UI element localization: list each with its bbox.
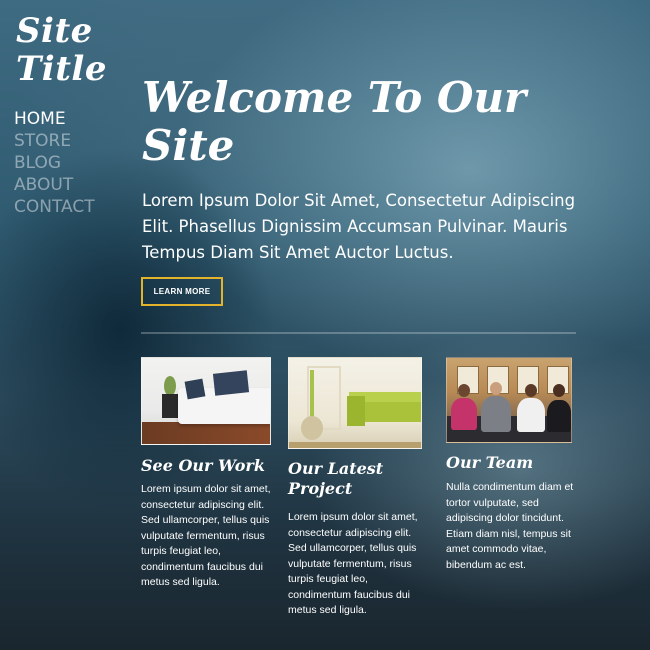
nav-item-about[interactable]: ABOUT <box>14 174 95 196</box>
image-pillow <box>184 378 206 400</box>
card-image-team[interactable] <box>446 357 572 443</box>
intro-text: Lorem Ipsum Dolor Sit Amet, Consectetur … <box>142 191 576 262</box>
card-body: Lorem ipsum dolor sit amet, consectetur … <box>141 483 271 588</box>
logo-line-2: Title <box>16 49 107 89</box>
nav-item-blog[interactable]: BLOG <box>14 152 95 174</box>
card-title-line-2: Project <box>288 479 353 498</box>
card-title[interactable]: See Our Work <box>141 456 276 476</box>
image-floor <box>289 442 421 448</box>
card-title[interactable]: Our Latest Project <box>288 459 423 499</box>
page-title: Welcome To Our Site <box>142 74 572 170</box>
image-head <box>525 384 537 397</box>
card-title-line-1: Our Latest <box>288 459 384 478</box>
learn-more-button[interactable]: LEARN MORE <box>141 277 223 306</box>
card-image-living-room[interactable] <box>141 357 271 445</box>
image-vase <box>301 416 323 440</box>
page-title-line-2: Site <box>142 121 235 170</box>
card-image-green-chair[interactable] <box>288 357 422 449</box>
logo-line-1: Site <box>16 11 93 51</box>
image-person <box>517 398 545 432</box>
page-title-line-1: Welcome To Our <box>142 73 527 122</box>
nav-item-home[interactable]: HOME <box>14 108 95 130</box>
section-divider <box>141 332 576 334</box>
image-head <box>490 382 502 395</box>
card-body: Nulla condimentum diam et tortor vulputa… <box>446 481 574 571</box>
nav-item-contact[interactable]: CONTACT <box>14 196 95 218</box>
image-head <box>553 384 565 397</box>
card-our-team: Our Team Nulla condimentum diam et torto… <box>446 357 581 573</box>
image-head <box>458 384 470 397</box>
main-nav: HOME STORE BLOG ABOUT CONTACT <box>14 108 95 218</box>
image-floor <box>142 422 270 444</box>
site-logo[interactable]: Site Title <box>16 12 106 88</box>
card-see-our-work: See Our Work Lorem ipsum dolor sit amet,… <box>141 357 276 591</box>
image-person <box>451 398 477 430</box>
card-body: Lorem ipsum dolor sit amet, consectetur … <box>288 511 418 616</box>
image-pillow <box>212 370 250 396</box>
nav-item-store[interactable]: STORE <box>14 130 95 152</box>
image-stems <box>310 370 314 418</box>
image-chair-arm <box>347 396 365 426</box>
image-person <box>481 396 511 432</box>
image-person <box>547 400 571 432</box>
card-title[interactable]: Our Team <box>446 453 581 473</box>
card-our-latest-project: Our Latest Project Lorem ipsum dolor sit… <box>288 357 423 619</box>
image-plant <box>164 376 176 396</box>
